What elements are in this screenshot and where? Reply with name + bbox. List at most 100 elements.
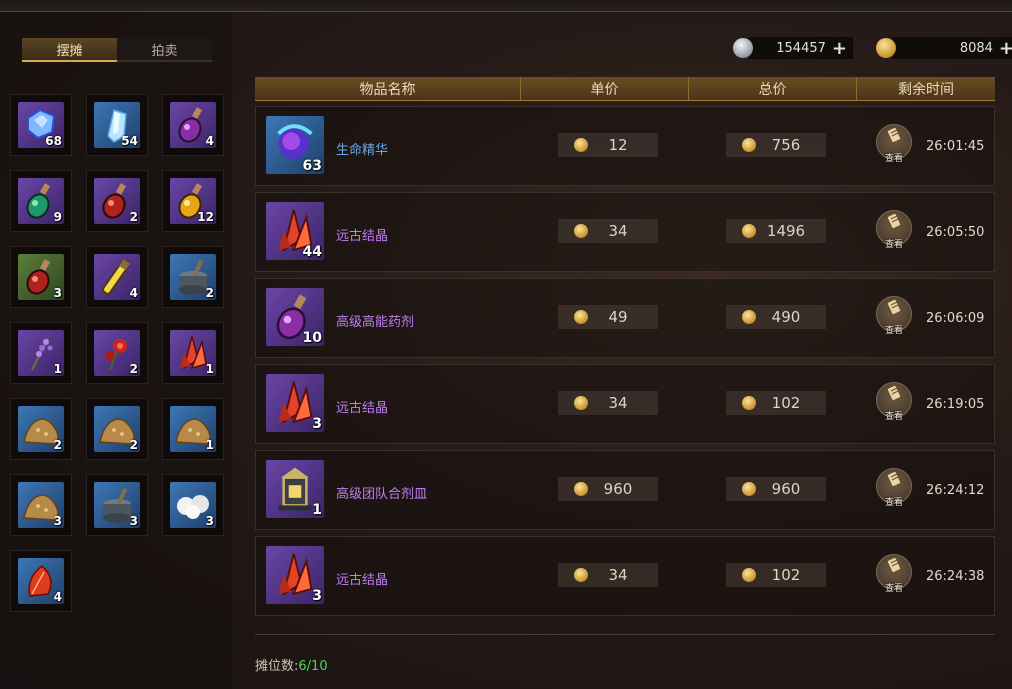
silver-value: 154457	[776, 40, 826, 56]
item-quantity: 12	[197, 210, 214, 224]
scroll-icon	[883, 211, 905, 237]
gold-coin-icon	[742, 138, 756, 152]
item-quantity: 3	[53, 286, 62, 300]
inventory-slot[interactable]: 9	[10, 170, 72, 232]
total-price-value: 102	[771, 394, 801, 412]
inventory-slot[interactable]: 4	[86, 246, 148, 308]
item-name: 高级团队合剂皿	[336, 487, 428, 502]
gold-coin-icon	[876, 38, 896, 58]
add-gold-button[interactable]: +	[999, 38, 1012, 59]
inventory-slot[interactable]: 2	[162, 246, 224, 308]
total-price: 960	[726, 477, 826, 501]
item-quantity: 2	[129, 438, 138, 452]
header-total-price: 总价	[689, 77, 857, 100]
gold-coin-icon	[742, 482, 756, 496]
item-quantity: 44	[302, 244, 322, 260]
unit-price: 12	[558, 133, 658, 157]
lavender-herb-icon: 1	[18, 330, 64, 376]
item-name: 远古结晶	[336, 573, 389, 588]
item-quantity: 1	[205, 438, 214, 452]
gold-coin-icon	[574, 138, 588, 152]
remaining-time: 26:24:12	[926, 483, 985, 498]
ice-crystal-icon: 54	[94, 102, 140, 148]
inventory-slot[interactable]: 3	[162, 474, 224, 536]
ore-pile-icon: 3	[18, 482, 64, 528]
listing-row[interactable]: 10 高级高能药剂 49 490 查看 26:06:09	[255, 278, 995, 358]
silver-amount: 154457 +	[749, 37, 853, 59]
header-unit-price: 单价	[521, 77, 689, 100]
tab-stall[interactable]: 摆摊	[22, 38, 117, 62]
item-name: 远古结晶	[336, 401, 389, 416]
red-flower-icon: 2	[94, 330, 140, 376]
unit-price-value: 34	[608, 394, 628, 412]
gold-coin-icon	[574, 396, 588, 410]
inventory-slot[interactable]: 2	[86, 398, 148, 460]
silver-coin-icon	[733, 38, 753, 58]
listing-row[interactable]: 1 高级团队合剂皿 960 960 查看 26:24:12	[255, 450, 995, 530]
inventory-slot[interactable]: 1	[162, 322, 224, 384]
item-quantity: 3	[53, 514, 62, 528]
unit-price: 34	[558, 391, 658, 415]
inventory-slot[interactable]: 3	[86, 474, 148, 536]
inventory-slot[interactable]: 2	[86, 170, 148, 232]
inventory-slot[interactable]: 1	[10, 322, 72, 384]
remaining-time: 26:06:09	[926, 311, 985, 326]
unit-price-value: 49	[608, 308, 628, 326]
lantern-stove-icon: 1	[266, 460, 324, 518]
gold-coin-icon	[574, 310, 588, 324]
inventory-slot[interactable]: 4	[162, 94, 224, 156]
listing-row[interactable]: 3 远古结晶 34 102 查看 26:24:38	[255, 536, 995, 616]
inventory-slot[interactable]: 2	[86, 322, 148, 384]
item-name: 高级高能药剂	[336, 315, 415, 330]
top-bar	[0, 0, 1012, 12]
listing-row[interactable]: 44 远古结晶 34 1496 查看 26:05:50	[255, 192, 995, 272]
item-quantity: 3	[205, 514, 214, 528]
total-price: 102	[726, 391, 826, 415]
listing-row[interactable]: 63 生命精华 12 756 查看 26:01:45	[255, 106, 995, 186]
inventory-slot[interactable]: 12	[162, 170, 224, 232]
inventory-slot[interactable]: 1	[162, 398, 224, 460]
stall-slots-label: 摊位数:	[255, 659, 299, 674]
ore-pile-icon: 1	[170, 406, 216, 452]
mortar-icon: 2	[170, 254, 216, 300]
unit-price: 960	[558, 477, 658, 501]
unit-price-value: 34	[608, 222, 628, 240]
header-remaining-time: 剩余时间	[898, 81, 954, 98]
total-price: 1496	[726, 219, 826, 243]
red-crystal-icon: 1	[170, 330, 216, 376]
item-quantity: 63	[302, 158, 322, 174]
item-quantity: 2	[129, 210, 138, 224]
red-crystal-icon: 3	[266, 546, 324, 604]
remaining-time: 26:05:50	[926, 225, 985, 240]
red-crystal-icon: 3	[266, 374, 324, 432]
scroll-icon	[883, 555, 905, 581]
tab-auction[interactable]: 拍卖	[117, 38, 212, 62]
listing-row[interactable]: 3 远古结晶 34 102 查看 26:19:05	[255, 364, 995, 444]
item-quantity: 1	[205, 362, 214, 376]
cotton-icon: 3	[170, 482, 216, 528]
header-item-name: 物品名称	[255, 77, 521, 100]
divider	[255, 634, 995, 635]
item-quantity: 2	[205, 286, 214, 300]
view-label: 查看	[884, 584, 903, 594]
gold-value: 8084	[959, 40, 993, 56]
inventory-slot[interactable]: 2	[10, 398, 72, 460]
item-quantity: 3	[129, 514, 138, 528]
unit-price-value: 34	[608, 566, 628, 584]
add-silver-button[interactable]: +	[832, 38, 847, 59]
unit-price: 49	[558, 305, 658, 329]
red-leaf-icon: 4	[18, 558, 64, 604]
total-price-value: 960	[771, 480, 801, 498]
scroll-icon	[883, 383, 905, 409]
blue-gem-icon: 68	[18, 102, 64, 148]
inventory-slot[interactable]: 3	[10, 246, 72, 308]
inventory-slot[interactable]: 3	[10, 474, 72, 536]
tab-bar: 摆摊 拍卖	[22, 38, 212, 73]
inventory-slot[interactable]: 4	[10, 550, 72, 612]
red-potion-icon: 2	[94, 178, 140, 224]
view-label: 查看	[884, 154, 903, 164]
inventory-slot[interactable]: 54	[86, 94, 148, 156]
total-price-value: 102	[771, 566, 801, 584]
inventory-slot[interactable]: 68	[10, 94, 72, 156]
item-quantity: 3	[312, 416, 322, 432]
